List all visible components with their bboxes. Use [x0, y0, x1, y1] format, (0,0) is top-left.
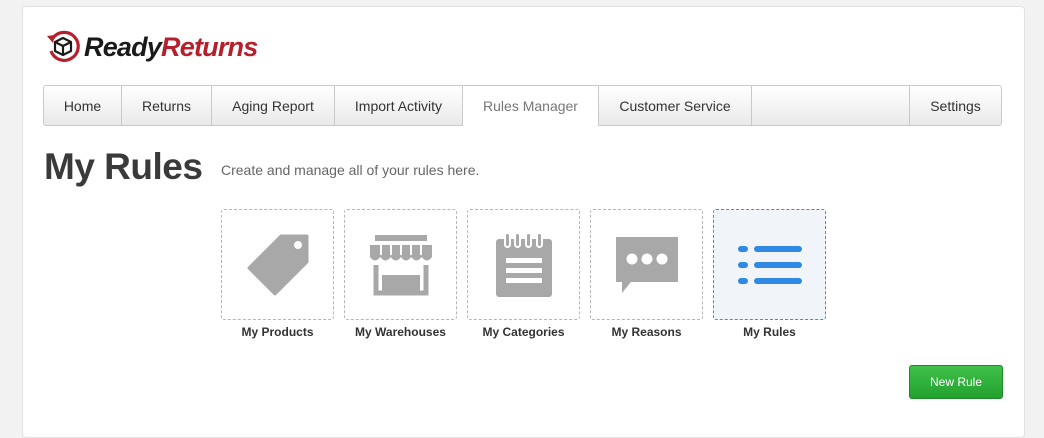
brand-ready: Ready	[84, 31, 162, 62]
tab-returns[interactable]: Returns	[122, 86, 212, 125]
notepad-icon	[495, 231, 552, 297]
page-title: My Rules	[44, 146, 203, 187]
tile-label: My Products	[241, 325, 314, 339]
rule-tiles: My Products My Warehouses My Categories …	[221, 209, 836, 339]
list-icon	[737, 245, 802, 284]
tile-my-products[interactable]: My Products	[221, 209, 334, 339]
tab-home[interactable]: Home	[44, 86, 122, 125]
tab-customer-service[interactable]: Customer Service	[599, 86, 752, 125]
tile-label: My Reasons	[611, 325, 682, 339]
tile-box[interactable]	[590, 209, 703, 320]
brand-returns: Returns	[161, 31, 258, 62]
logo[interactable]: ReadyReturns	[43, 27, 258, 67]
tab-settings[interactable]: Settings	[910, 86, 1001, 125]
tile-label: My Warehouses	[355, 325, 446, 339]
tile-my-categories[interactable]: My Categories	[467, 209, 580, 339]
chat-bubble-icon	[615, 236, 678, 293]
storefront-icon	[369, 234, 432, 295]
tab-aging-report[interactable]: Aging Report	[212, 86, 335, 125]
tile-my-reasons[interactable]: My Reasons	[590, 209, 703, 339]
new-rule-button[interactable]: New Rule	[909, 365, 1003, 399]
tab-import-activity[interactable]: Import Activity	[335, 86, 463, 125]
nav-spacer	[752, 86, 910, 125]
tile-box[interactable]	[713, 209, 826, 320]
main-card: ReadyReturns Home Returns Aging Report I…	[22, 6, 1025, 438]
tile-box[interactable]	[467, 209, 580, 320]
tag-icon	[247, 234, 308, 295]
box-return-icon	[47, 30, 80, 62]
brand-name: ReadyReturns	[84, 31, 258, 63]
main-nav: Home Returns Aging Report Import Activit…	[43, 85, 1002, 126]
tile-my-warehouses[interactable]: My Warehouses	[344, 209, 457, 339]
tile-label: My Categories	[482, 325, 565, 339]
tile-box[interactable]	[344, 209, 457, 320]
page-subtitle: Create and manage all of your rules here…	[221, 162, 480, 178]
tile-box[interactable]	[221, 209, 334, 320]
tab-rules-manager[interactable]: Rules Manager	[463, 85, 599, 126]
tile-my-rules[interactable]: My Rules	[713, 209, 826, 339]
tile-label: My Rules	[743, 325, 796, 339]
